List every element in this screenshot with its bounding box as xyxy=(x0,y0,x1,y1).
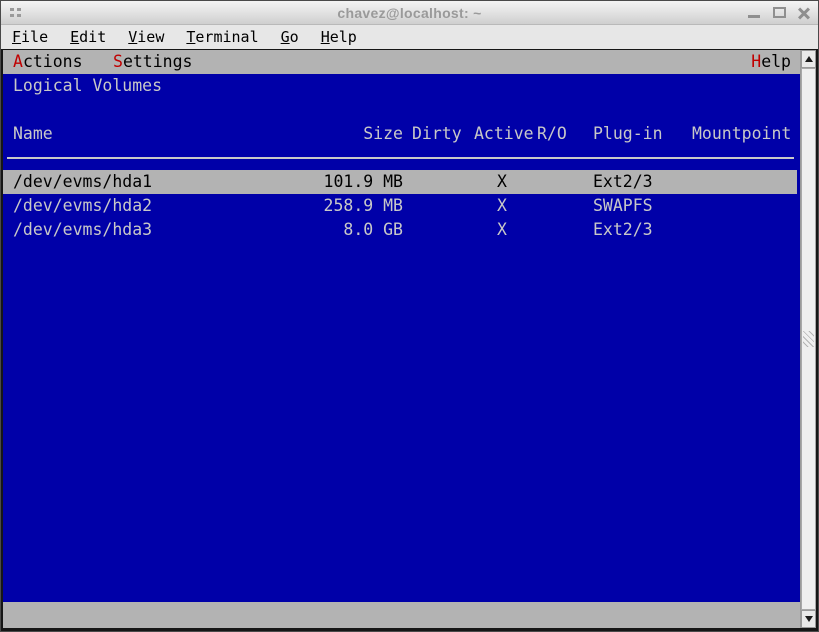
arrow-up-icon xyxy=(805,56,813,62)
cell-size: 258.9 MB xyxy=(273,194,403,218)
scroll-up-button[interactable] xyxy=(801,50,816,68)
table-row[interactable]: /dev/evms/hda3 8.0 GB X Ext2/3 xyxy=(3,218,800,242)
window-title: chavez@localhost: ~ xyxy=(1,5,818,21)
scrollbar-thumb[interactable] xyxy=(801,68,816,610)
view-title-row: Logical Volumes xyxy=(3,74,800,98)
col-header-active: Active xyxy=(474,122,534,146)
col-header-plugin: Plug-in xyxy=(593,122,663,146)
cell-plugin: Ext2/3 xyxy=(593,170,653,194)
maximize-icon[interactable] xyxy=(771,5,787,21)
menu-file[interactable]: File xyxy=(1,28,59,46)
col-header-ro: R/O xyxy=(537,122,567,146)
arrow-down-icon xyxy=(805,616,813,622)
minimize-icon[interactable] xyxy=(746,5,762,21)
menu-help[interactable]: Help xyxy=(310,28,368,46)
close-icon[interactable] xyxy=(796,5,812,21)
evms-menu-settings[interactable]: Settings xyxy=(113,50,192,74)
window-titlebar[interactable]: chavez@localhost: ~ xyxy=(1,1,818,25)
header-separator xyxy=(7,157,794,159)
menu-view[interactable]: View xyxy=(117,28,175,46)
terminal-window: chavez@localhost: ~ File Edit View Termi… xyxy=(0,0,819,632)
view-title: Logical Volumes xyxy=(13,74,162,98)
cell-active: X xyxy=(472,194,532,218)
evms-menubar: Actions Settings Help xyxy=(3,50,800,74)
evms-menu-help[interactable]: Help xyxy=(751,50,791,74)
terminal-frame: Actions Settings Help Logical Volumes Na… xyxy=(1,49,818,631)
col-header-size: Size xyxy=(273,122,403,146)
terminal-scrollbar[interactable] xyxy=(800,50,816,628)
evms-statusbar: Press 'A' to access Actions menu; TAB ke… xyxy=(3,602,800,628)
evms-menu-actions[interactable]: Actions xyxy=(13,50,83,74)
col-header-dirty: Dirty xyxy=(412,122,462,146)
terminal-menubar: File Edit View Terminal Go Help xyxy=(1,25,818,49)
menu-terminal[interactable]: Terminal xyxy=(175,28,269,46)
cell-active: X xyxy=(472,218,532,242)
scroll-down-button[interactable] xyxy=(801,610,816,628)
cell-name: /dev/evms/hda3 xyxy=(13,218,152,242)
cell-name: /dev/evms/hda2 xyxy=(13,194,152,218)
col-header-mountpoint: Mountpoint xyxy=(692,122,791,146)
cell-size: 101.9 MB xyxy=(273,170,403,194)
menu-go[interactable]: Go xyxy=(270,28,310,46)
cell-size: 8.0 GB xyxy=(273,218,403,242)
menu-edit[interactable]: Edit xyxy=(59,28,117,46)
cell-plugin: Ext2/3 xyxy=(593,218,653,242)
terminal-screen: Actions Settings Help Logical Volumes Na… xyxy=(3,50,800,628)
cell-active: X xyxy=(472,170,532,194)
table-row[interactable]: /dev/evms/hda2 258.9 MB X SWAPFS xyxy=(3,194,800,218)
table-row[interactable]: /dev/evms/hda1 101.9 MB X Ext2/3 xyxy=(3,170,797,194)
col-header-name: Name xyxy=(13,122,53,146)
cell-plugin: SWAPFS xyxy=(593,194,653,218)
cell-name: /dev/evms/hda1 xyxy=(13,170,152,194)
window-menu-icon[interactable] xyxy=(10,8,14,11)
scrollbar-grip-icon xyxy=(803,331,814,347)
table-header-row: Name Size Dirty Active R/O Plug-in Mount… xyxy=(3,122,800,146)
